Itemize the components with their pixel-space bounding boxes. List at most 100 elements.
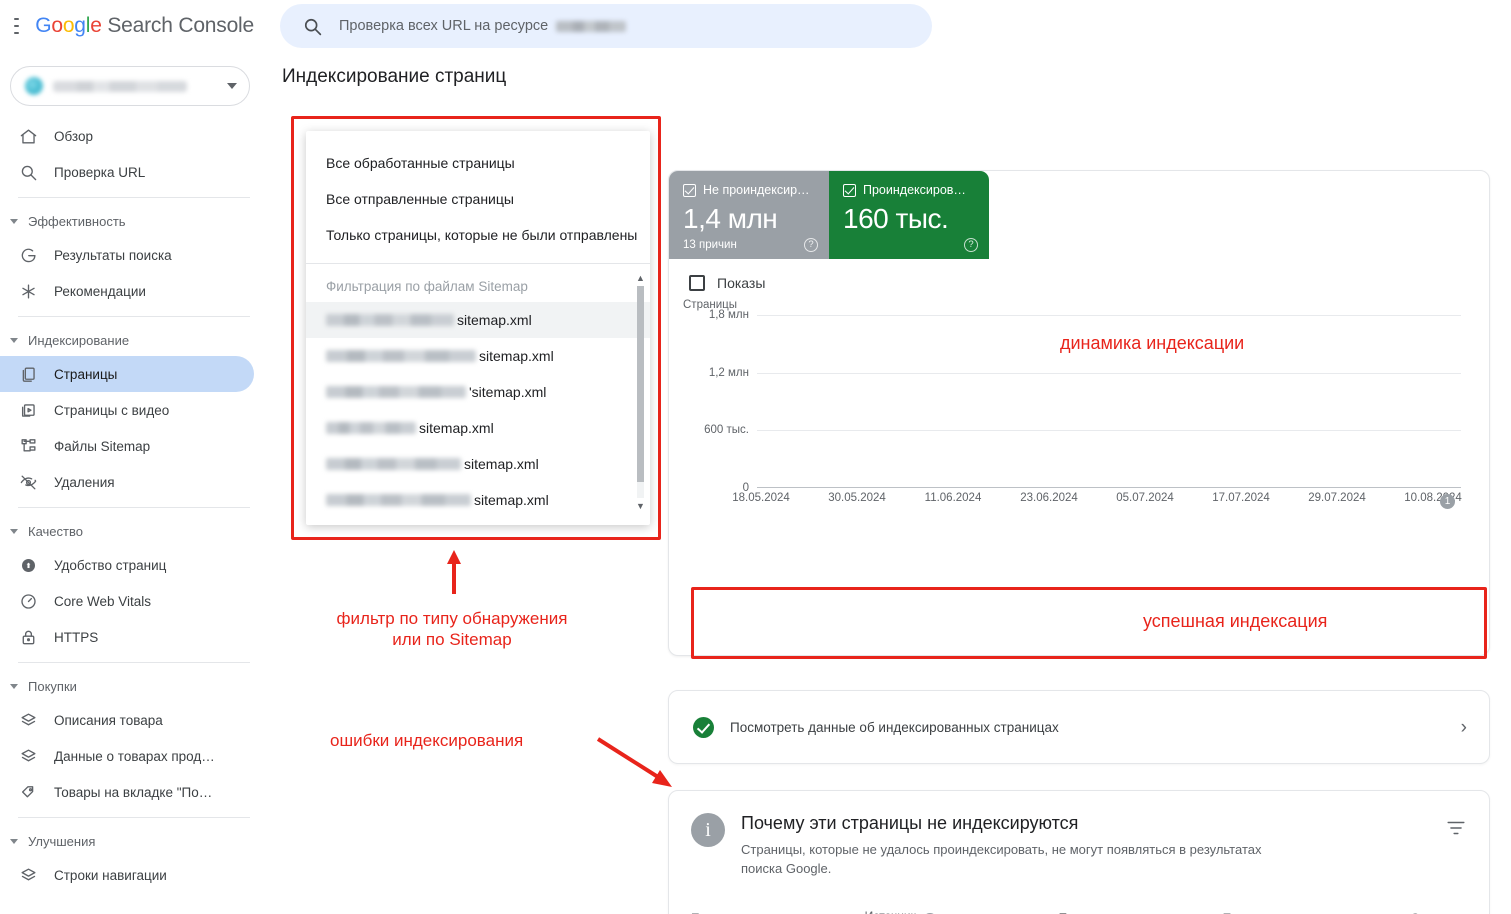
column-header-trend[interactable]: Тенденция	[1223, 900, 1364, 914]
search-placeholder: Проверка всех URL на ресурсе	[339, 18, 627, 34]
sidebar-item-label: Проверка URL	[54, 164, 146, 180]
annotation-filter-line2: или по Sitemap	[392, 630, 512, 650]
sidebar-item-label: Результаты поиска	[54, 247, 172, 263]
why-not-indexed-table: Причина Источник? Проверка↓ Тенденция Ст…	[691, 900, 1467, 914]
sidebar-group-quality[interactable]: Качество	[0, 515, 268, 547]
sidebar-item-page-experience[interactable]: Удобство страниц	[0, 547, 254, 583]
asterisk-icon	[18, 281, 38, 301]
checkbox-icon[interactable]	[843, 183, 856, 197]
chart-annotation-marker[interactable]: 1	[1440, 494, 1455, 509]
sidebar-divider	[18, 507, 250, 508]
sidebar-item-label: Core Web Vitals	[54, 593, 152, 609]
sitemap-url-redacted	[326, 494, 471, 506]
sidebar: Google Search Console Обзор Проверка URL…	[0, 0, 268, 914]
chevron-down-icon	[10, 218, 18, 224]
sitemap-file-name: sitemap.xml	[457, 312, 532, 328]
tab-indexed-label: Проиндексиров…	[863, 183, 966, 197]
speedometer-icon	[18, 591, 38, 611]
why-not-indexed-description: Страницы, которые не удалось проиндексир…	[741, 842, 1262, 876]
filter-icon[interactable]	[1445, 813, 1467, 879]
sitemap-url-redacted	[326, 314, 454, 326]
dropdown-sitemap-item[interactable]: sitemap.xml	[306, 338, 650, 374]
column-header-pages[interactable]: Страницы	[1363, 900, 1467, 914]
chart-zone: Показы Страницы 0 600 тыс. 1,2 млн 1,8 млн …	[669, 259, 1489, 520]
property-name-redacted	[53, 80, 187, 92]
annotation-errors-label: ошибки индексирования	[330, 731, 524, 750]
tab-not-indexed[interactable]: Не проиндексир… 1,4 млн 13 причин ?	[669, 171, 829, 259]
sitemap-file-name: sitemap.xml	[474, 492, 549, 508]
sidebar-item-pages[interactable]: Страницы	[0, 356, 254, 392]
help-icon[interactable]: ?	[804, 238, 818, 252]
dropdown-scrollbar[interactable]: ▲ ▼	[635, 272, 646, 512]
sidebar-item-recommendations[interactable]: Рекомендации	[0, 273, 254, 309]
sidebar-item-core-web-vitals[interactable]: Core Web Vitals	[0, 583, 254, 619]
help-icon[interactable]: ?	[964, 238, 978, 252]
chevron-down-icon	[10, 838, 18, 844]
discovery-filter-dropdown[interactable]: Все обработанные страницы Все отправленн…	[306, 131, 650, 525]
scrollbar-thumb[interactable]	[637, 286, 644, 482]
why-not-indexed-title: Почему эти страницы не индексируются	[741, 813, 1079, 833]
checkbox-icon[interactable]	[683, 183, 696, 197]
tab-indexed-head: Проиндексиров…	[843, 183, 975, 197]
sidebar-item-sitemaps[interactable]: Файлы Sitemap	[0, 428, 254, 464]
sidebar-group-performance[interactable]: Эффективность	[0, 205, 268, 237]
sidebar-item-label: HTTPS	[54, 629, 99, 645]
column-header-source[interactable]: Источник?	[864, 900, 1059, 914]
sidebar-item-label: Файлы Sitemap	[54, 438, 151, 454]
sidebar-item-label: Рекомендации	[54, 283, 146, 299]
chart-y-tick-label: 1,2 млн	[708, 366, 749, 379]
chevron-down-icon	[10, 528, 18, 534]
dropdown-option-all-submitted[interactable]: Все отправленные страницы	[306, 181, 650, 217]
tab-not-indexed-head: Не проиндексир…	[683, 183, 815, 197]
chart-x-tick-label: 23.06.2024	[1020, 492, 1078, 504]
scroll-down-arrow-icon[interactable]: ▼	[635, 500, 646, 512]
column-header-reason[interactable]: Причина	[691, 900, 865, 914]
sidebar-item-label: Страницы с видео	[54, 402, 170, 418]
sidebar-item-removals[interactable]: Удаления	[0, 464, 254, 500]
sitemap-file-name: sitemap.xml	[419, 420, 494, 436]
google-g-icon	[18, 245, 38, 265]
sidebar-item-search-results[interactable]: Результаты поиска	[0, 237, 254, 273]
page-title: Индексирование страниц	[282, 66, 507, 87]
sidebar-item-shopping-tab-listings[interactable]: Товары на вкладке "По…	[0, 774, 254, 810]
dropdown-sitemap-item[interactable]: sitemap.xml	[306, 482, 650, 518]
tab-indexed[interactable]: Проиндексиров… 160 тыс. ?	[829, 171, 989, 259]
sidebar-item-https[interactable]: HTTPS	[0, 619, 254, 655]
property-avatar	[25, 77, 43, 95]
scroll-up-arrow-icon[interactable]: ▲	[635, 272, 646, 284]
chart-x-tick-label: 11.06.2024	[924, 492, 982, 504]
dropdown-sitemap-item[interactable]: sitemap.xml	[306, 302, 650, 338]
sidebar-item-url-inspection[interactable]: Проверка URL	[0, 154, 254, 190]
dropdown-sitemap-item[interactable]: sitemap.xml	[306, 410, 650, 446]
table-head: Причина Источник? Проверка↓ Тенденция Ст…	[691, 900, 1467, 914]
dropdown-sitemap-item[interactable]: sitemap.xml	[306, 446, 650, 482]
chevron-right-icon[interactable]: ›	[1461, 718, 1467, 737]
sidebar-group-label: Улучшения	[28, 833, 96, 849]
indexed-pages-link-row[interactable]: Посмотреть данные об индексированных стр…	[668, 690, 1490, 764]
tab-indexed-value: 160 тыс.	[843, 203, 949, 234]
sidebar-divider	[18, 316, 250, 317]
sidebar-item-overview[interactable]: Обзор	[0, 118, 254, 154]
dropdown-sitemap-item[interactable]: 'sitemap.xml	[306, 374, 650, 410]
sidebar-group-shopping[interactable]: Покупки	[0, 670, 268, 702]
chart-x-tick-label: 18.05.2024	[732, 492, 790, 504]
dropdown-sitemap-list: sitemap.xml sitemap.xml 'sitemap.xml sitema…	[306, 302, 650, 518]
sidebar-group-indexing[interactable]: Индексирование	[0, 324, 268, 356]
checkbox-icon[interactable]	[689, 275, 705, 291]
sidebar-item-video-pages[interactable]: Страницы с видео	[0, 392, 254, 428]
chart-y-tick-label: 600 тыс.	[704, 424, 749, 437]
sidebar-group-enhancements[interactable]: Улучшения	[0, 825, 268, 857]
dropdown-option-all-processed[interactable]: Все обработанные страницы	[306, 145, 650, 181]
property-selector[interactable]	[10, 66, 250, 106]
sidebar-item-breadcrumbs[interactable]: Строки навигации	[0, 857, 254, 893]
column-header-validation[interactable]: Проверка↓	[1058, 900, 1224, 914]
sitemap-url-redacted	[326, 386, 466, 398]
sidebar-item-label: Данные о товарах прод…	[54, 748, 215, 764]
dropdown-option-not-submitted[interactable]: Только страницы, которые не были отправл…	[306, 217, 650, 253]
sidebar-item-merchant-listings[interactable]: Данные о товарах прод…	[0, 738, 254, 774]
impressions-toggle[interactable]: Показы	[689, 275, 1469, 291]
url-inspection-search-input[interactable]: Проверка всех URL на ресурсе	[280, 4, 932, 48]
hamburger-menu-icon[interactable]	[14, 18, 20, 34]
sidebar-header: Google Search Console	[0, 0, 268, 52]
sidebar-item-product-snippets[interactable]: Описания товара	[0, 702, 254, 738]
